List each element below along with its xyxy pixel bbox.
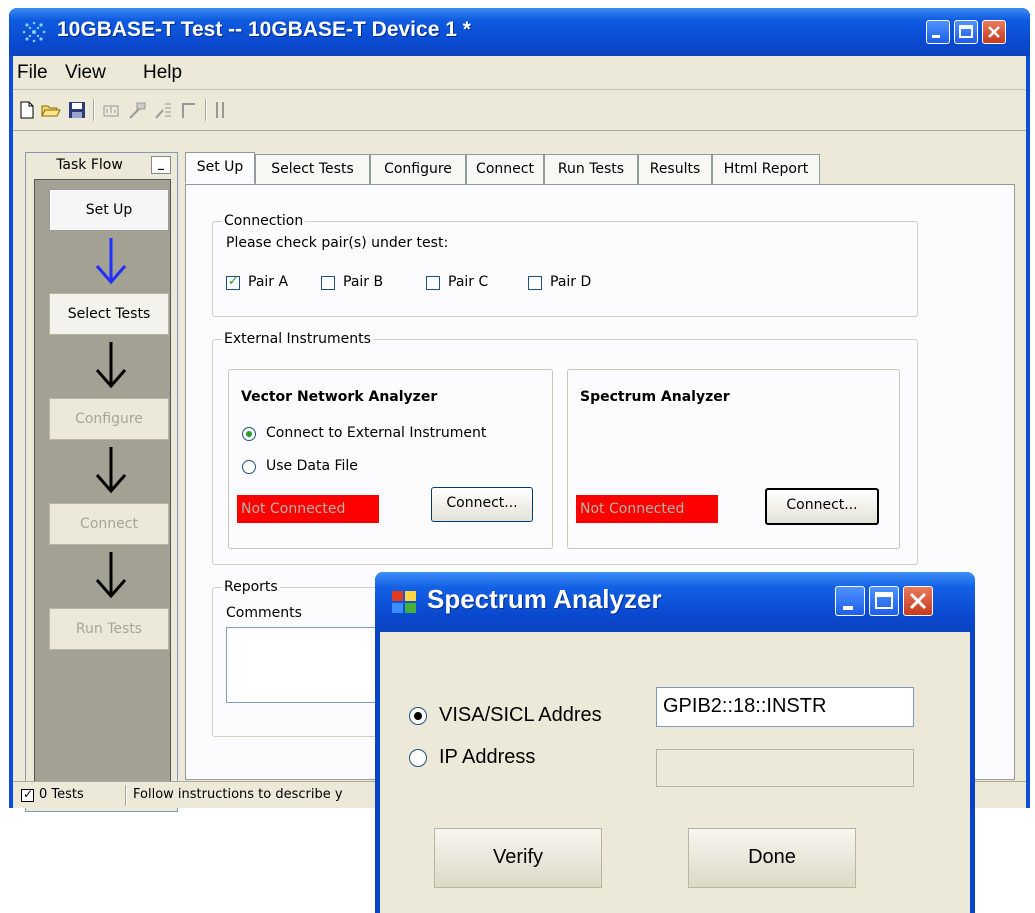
dialog-app-icon: [392, 591, 416, 613]
pair-b-label: Pair B: [343, 274, 384, 290]
taskflow-step-set-up[interactable]: Set Up: [49, 189, 169, 231]
taskflow-step-configure[interactable]: Configure: [49, 398, 169, 440]
menu-help[interactable]: Help: [143, 62, 182, 84]
pair-a-label: Pair A: [248, 274, 289, 290]
pair-d-checkbox[interactable]: [528, 276, 542, 290]
status-message: Follow instructions to describe y: [133, 787, 343, 802]
ip-label: IP Address: [439, 746, 536, 768]
toolbar: [13, 91, 1026, 131]
visa-radio[interactable]: [409, 707, 427, 725]
taskflow-step-select-tests[interactable]: Select Tests: [49, 293, 169, 335]
task-flow-body: Set Up Select Tests Configure Connect Ru…: [34, 179, 171, 807]
external-instruments-legend: External Instruments: [222, 331, 373, 347]
flow-arrow-icon: [95, 447, 127, 494]
window-title: 10GBASE-T Test -- 10GBASE-T Device 1 *: [57, 18, 471, 41]
pair-b-checkbox[interactable]: [321, 276, 335, 290]
vna-title: Vector Network Analyzer: [241, 389, 438, 405]
menu-bar: File View Help: [13, 56, 1026, 90]
spectrum-status-badge: Not Connected: [576, 495, 718, 523]
toolbar-separator: [93, 99, 95, 121]
menu-file[interactable]: File: [17, 62, 48, 84]
dialog-minimize-icon[interactable]: [835, 586, 865, 616]
use-data-file-radio[interactable]: [242, 460, 256, 474]
connection-legend: Connection: [222, 213, 306, 229]
tab-configure[interactable]: Configure: [370, 154, 466, 184]
run-icon[interactable]: [127, 100, 147, 120]
run-all-icon[interactable]: [153, 100, 173, 120]
taskflow-step-connect[interactable]: Connect: [49, 503, 169, 545]
reports-legend: Reports: [222, 579, 280, 595]
tab-html-report[interactable]: Html Report: [712, 154, 820, 184]
flow-arrow-icon: [95, 238, 127, 285]
tests-count: 0 Tests: [39, 787, 84, 802]
spectrum-title: Spectrum Analyzer: [580, 389, 730, 405]
task-flow-minimize-button[interactable]: _: [151, 156, 171, 174]
new-icon[interactable]: [17, 100, 37, 120]
pair-c-label: Pair C: [448, 274, 489, 290]
status-separator: [125, 785, 127, 806]
flow-arrow-icon: [95, 342, 127, 389]
task-flow-title: Task Flow: [56, 157, 123, 173]
save-icon[interactable]: [67, 100, 87, 120]
tab-select-tests[interactable]: Select Tests: [255, 154, 370, 184]
dialog-title-bar[interactable]: Spectrum Analyzer: [375, 572, 975, 632]
connect-external-radio[interactable]: [242, 427, 256, 441]
maximize-icon[interactable]: [954, 20, 978, 44]
dialog-client-area: VISA/SICL Addres GPIB2::18::INSTR IP Add…: [380, 632, 970, 913]
tests-checkbox[interactable]: ✓: [21, 787, 34, 802]
pair-a-checkbox[interactable]: ✓: [226, 274, 240, 290]
task-flow-panel: Task Flow _ Set Up Select Tests Configur…: [25, 152, 178, 812]
tab-run-tests[interactable]: Run Tests: [544, 154, 638, 184]
dialog-close-icon[interactable]: [903, 586, 933, 616]
visa-address-input[interactable]: GPIB2::18::INSTR: [656, 687, 914, 727]
title-bar[interactable]: 10GBASE-T Test -- 10GBASE-T Device 1 *: [9, 8, 1030, 56]
vna-status-badge: Not Connected: [237, 495, 379, 523]
ip-address-input[interactable]: [656, 749, 914, 787]
dialog-maximize-icon[interactable]: [869, 586, 899, 616]
minimize-icon[interactable]: [926, 20, 950, 44]
toolbar-separator: [205, 99, 207, 121]
use-data-file-label: Use Data File: [266, 458, 358, 474]
pair-c-checkbox[interactable]: [426, 276, 440, 290]
comments-label: Comments: [226, 605, 302, 621]
app-icon: [22, 21, 46, 43]
pair-d-label: Pair D: [550, 274, 592, 290]
open-icon[interactable]: [41, 100, 61, 120]
tab-connect[interactable]: Connect: [466, 154, 544, 184]
verify-button[interactable]: Verify: [434, 828, 602, 888]
vna-connect-button[interactable]: Connect...: [431, 487, 533, 522]
report-icon[interactable]: [101, 100, 121, 120]
menu-view[interactable]: View: [65, 62, 106, 84]
taskflow-step-run-tests[interactable]: Run Tests: [49, 608, 169, 650]
flow-arrow-icon: [95, 552, 127, 599]
pairs-prompt: Please check pair(s) under test:: [226, 235, 449, 251]
spectrum-analyzer-dialog: Spectrum Analyzer VISA/SICL Addres GPIB2…: [375, 572, 975, 913]
spectrum-connect-button[interactable]: Connect...: [765, 488, 879, 525]
close-icon[interactable]: [982, 20, 1006, 44]
pause-icon[interactable]: [211, 100, 231, 120]
stop-icon[interactable]: [179, 100, 199, 120]
done-button[interactable]: Done: [688, 828, 856, 888]
ip-radio[interactable]: [409, 749, 427, 767]
connect-external-label: Connect to External Instrument: [266, 425, 487, 441]
dialog-title: Spectrum Analyzer: [427, 584, 662, 614]
tab-results[interactable]: Results: [638, 154, 712, 184]
tab-set-up[interactable]: Set Up: [185, 152, 255, 184]
visa-label: VISA/SICL Addres: [439, 704, 602, 726]
